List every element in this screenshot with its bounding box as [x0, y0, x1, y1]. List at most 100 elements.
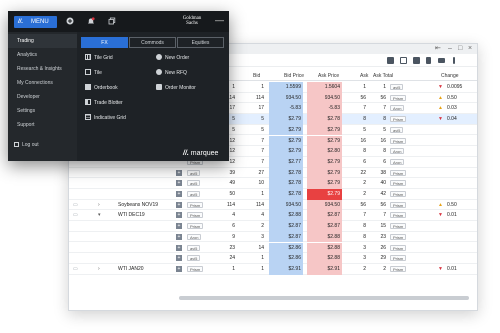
layout-icon[interactable] — [438, 58, 445, 63]
column-icon[interactable] — [426, 57, 431, 64]
option-tile[interactable]: Tile — [85, 69, 102, 77]
source-badge: Aron — [187, 233, 202, 240]
bid-price-cell: -5.83 — [289, 105, 301, 112]
source-badge: avi5 — [187, 191, 201, 197]
ask-cell: 2 — [363, 265, 366, 272]
notification-icon[interactable] — [87, 17, 95, 25]
sidebar-item-trading[interactable]: Trading — [8, 34, 77, 48]
ask-price-cell: $2.79 — [327, 158, 340, 165]
option-orderbook[interactable]: Orderbook — [85, 84, 118, 92]
ask-price-cell: $2.79 — [327, 180, 340, 187]
horizontal-scrollbar[interactable] — [179, 296, 469, 300]
marquee-wordmark: marquee — [190, 150, 219, 157]
sidebar-item-settings[interactable]: Settings — [8, 104, 77, 118]
logout-link[interactable]: Log out — [14, 140, 39, 150]
option-new-order[interactable]: New Order — [156, 54, 189, 62]
sidebar-item-support[interactable]: Support — [8, 118, 77, 132]
sidebar-item-connections[interactable]: My Connections — [8, 76, 77, 90]
add-row-icon[interactable]: + — [176, 244, 182, 251]
header-ask-price[interactable]: Ask Price — [318, 72, 339, 80]
pin-icon[interactable]: ⇤ — [435, 45, 441, 53]
ask-cell: 6 — [363, 158, 366, 165]
add-row-icon[interactable]: + — [176, 223, 182, 230]
table-row[interactable]: + avi5 50 1 $2.78 $2.79 2 42 Prism — [69, 189, 477, 200]
ask-cell: 8 — [363, 116, 366, 123]
bal-cell: 1 — [232, 265, 235, 272]
ask-price-cell: $2.79 — [327, 137, 340, 144]
add-row-icon[interactable]: + — [176, 201, 182, 208]
add-row-icon[interactable]: + — [176, 212, 182, 219]
tab-equities[interactable]: Equities — [177, 37, 224, 48]
tab-fx[interactable]: FX — [81, 37, 128, 48]
expand-chevron-icon[interactable]: › — [98, 264, 100, 274]
ask-total-cell: 40 — [380, 180, 386, 187]
table-row[interactable]: + avi5 49 10 $2.78 $2.79 2 40 Prism — [69, 178, 477, 189]
bid-price-cell: $2.79 — [288, 126, 301, 133]
venue-badge: Prism — [390, 223, 407, 230]
change-cell: 0.01 — [447, 265, 457, 272]
source-badge: avi5 — [187, 180, 201, 187]
minimize-icon[interactable]: – — [448, 45, 452, 53]
sidebar-item-analytics[interactable]: Analytics — [8, 48, 77, 62]
option-new-rfq[interactable]: New RFQ — [156, 69, 187, 77]
minimize-menu-icon[interactable]: — — [215, 15, 224, 25]
windows-icon[interactable] — [108, 17, 116, 25]
ask-cell: 8 — [363, 233, 366, 240]
option-label: Orderbook — [94, 85, 118, 91]
expand-chevron-icon[interactable]: › — [98, 200, 100, 210]
bid-cell: 7 — [261, 158, 264, 165]
add-row-icon[interactable]: + — [176, 191, 182, 197]
header-bid-price[interactable]: Bid Price — [284, 72, 304, 80]
header-change[interactable]: Change — [441, 72, 459, 80]
add-row-icon[interactable]: + — [176, 180, 182, 187]
ask-price-cell: -5.83 — [328, 105, 340, 112]
change-down-icon: ▼ — [438, 84, 443, 90]
change-cell: 0.0095 — [447, 84, 463, 90]
venue-badge: Prism — [390, 137, 407, 144]
option-trade-blotter[interactable]: Trade Blotter — [85, 99, 123, 107]
ask-cell: 22 — [360, 169, 366, 176]
sidebar-item-research[interactable]: Research & Insights — [8, 62, 77, 76]
copy-icon[interactable] — [400, 57, 407, 64]
delete-icon[interactable] — [413, 57, 420, 64]
option-label: New RFQ — [165, 70, 187, 76]
tab-commods[interactable]: Commods — [129, 37, 176, 48]
option-order-monitor[interactable]: Order Monitor — [156, 84, 196, 92]
add-row-icon[interactable]: + — [176, 169, 182, 176]
add-row-icon[interactable]: + — [176, 255, 182, 262]
option-indicative-grid[interactable]: Indicative Grid — [85, 114, 126, 122]
add-row-icon[interactable]: + — [176, 265, 182, 272]
table-row[interactable]: + avi5 24 1 $2.86 $2.88 3 29 Prism — [69, 253, 477, 264]
marquee-logo-icon: //. — [18, 19, 24, 25]
sidebar-item-developer[interactable]: Developer — [8, 90, 77, 104]
venue-badge: Aron — [390, 158, 405, 165]
add-row-icon[interactable]: + — [176, 233, 182, 240]
option-tile-grid[interactable]: Tile Grid — [85, 54, 113, 62]
close-icon[interactable]: × — [468, 45, 472, 53]
table-row[interactable]: + Aron 9 3 $2.87 $2.88 8 23 Prism — [69, 231, 477, 243]
header-ask-total[interactable]: Ask Total — [373, 72, 393, 80]
source-badge: Prism — [187, 223, 204, 230]
menu-button[interactable]: //. MENU — [14, 16, 57, 28]
clipboard-icon[interactable] — [387, 57, 394, 64]
add-icon[interactable] — [66, 17, 74, 25]
ask-price-cell: $2.79 — [327, 169, 340, 176]
table-row[interactable]: ▭ › WTI JAN20 + Prism 1 1 $2.91 $2.91 2 2 Prism ▼ 0.0… — [69, 263, 477, 275]
restore-icon[interactable]: □ — [458, 45, 462, 53]
venue-badge: avi5 — [390, 126, 404, 133]
table-row[interactable]: ▭ › Soybeans NOV19 + Prism 114 114 934.50 934.50… — [69, 199, 477, 211]
more-icon[interactable] — [453, 57, 455, 64]
header-ask[interactable]: Ask — [360, 72, 368, 80]
expand-chevron-icon[interactable]: ▾ — [98, 210, 101, 220]
bid-price-cell: $2.79 — [288, 116, 301, 123]
table-row[interactable]: + Prism 6 2 $2.87 $2.87 8 15 Prism — [69, 221, 477, 232]
ask-total-cell: 8 — [383, 148, 386, 155]
table-row[interactable]: + avi5 23 14 $2.86 $2.88 3 26 Prism — [69, 242, 477, 254]
source-badge: avi5 — [187, 169, 201, 176]
header-bid[interactable]: Bid — [253, 72, 260, 80]
ask-cell: 2 — [363, 180, 366, 187]
bid-cell: 17 — [258, 105, 264, 112]
table-row[interactable]: ▭ ▾ WTI DEC19 + Prism 4 4 $2.88 $2.87 7 7 Prism ▼ 0.0… — [69, 210, 477, 222]
table-row[interactable]: + avi5 39 27 $2.78 $2.79 22 38 Prism — [69, 167, 477, 179]
bal-cell: 49 — [229, 180, 235, 187]
